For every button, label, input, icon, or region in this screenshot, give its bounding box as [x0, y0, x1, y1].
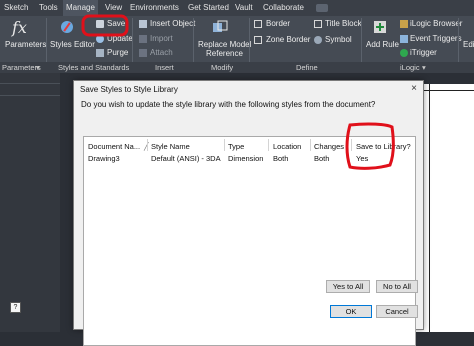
insert-object-icon[interactable] [139, 20, 147, 28]
ribbon-panel: fx Parameters Styles Editor Save Update … [0, 16, 474, 62]
save-styles-dialog: Save Styles to Style Library × Do you wi… [73, 80, 424, 346]
ok-button[interactable]: OK [330, 305, 372, 318]
video-icon[interactable] [316, 4, 328, 12]
event-triggers-icon[interactable] [400, 35, 408, 43]
tab-sketch[interactable]: Sketch [4, 3, 28, 12]
add-rule-button[interactable]: Add Rule [366, 40, 399, 49]
parameters-button[interactable]: Parameters [5, 40, 46, 49]
add-rule-icon[interactable] [373, 20, 387, 34]
ribbon-tab-bar: Sketch Tools Manage View Environments Ge… [0, 0, 474, 16]
itrigger-button[interactable]: iTrigger [410, 48, 437, 57]
tab-get-started[interactable]: Get Started [188, 3, 229, 12]
group-label-ilogic: iLogic [400, 63, 420, 72]
zone-border-button[interactable]: Zone Border [266, 35, 310, 44]
title-block-button[interactable]: Title Block [325, 19, 362, 28]
import-icon [139, 35, 147, 43]
help-icon[interactable]: ? [10, 302, 21, 313]
insert-object-button[interactable]: Insert Object [150, 19, 195, 28]
tab-tools[interactable]: Tools [39, 3, 58, 12]
model-browser-panel [0, 73, 60, 332]
ilogic-browser-button[interactable]: iLogic Browser [410, 19, 462, 28]
tab-environments[interactable]: Environments [130, 3, 179, 12]
tab-vault[interactable]: Vault [235, 3, 253, 12]
attach-icon [139, 49, 147, 57]
divider [0, 83, 60, 84]
column-divider[interactable] [224, 139, 225, 151]
group-label-define: Define [296, 63, 318, 72]
red-annotation-save-to-library [345, 122, 395, 170]
column-divider[interactable] [268, 139, 269, 151]
symbol-button[interactable]: Symbol [325, 35, 352, 44]
fx-icon[interactable]: fx [12, 18, 27, 37]
divider [0, 95, 60, 96]
styles-editor-icon[interactable] [60, 20, 74, 34]
column-divider[interactable] [310, 139, 311, 151]
import-button: Import [150, 34, 173, 43]
zone-border-icon[interactable] [254, 36, 262, 44]
column-header-location[interactable]: Location [273, 142, 301, 151]
chevron-down-icon[interactable]: ▾ [422, 62, 426, 73]
column-header-type[interactable]: Type [228, 142, 244, 151]
chevron-down-icon[interactable]: ▾ [36, 62, 40, 73]
sheet-border-line [429, 84, 430, 332]
styles-editor-button[interactable]: Styles Editor [50, 40, 95, 49]
border-icon[interactable] [254, 20, 262, 28]
column-header-document[interactable]: Document Na... [88, 142, 140, 151]
cell-location: Both [273, 154, 289, 163]
tab-view[interactable]: View [105, 3, 122, 12]
purge-button[interactable]: Purge [107, 48, 128, 57]
group-label-modify: Modify [211, 63, 234, 72]
yes-to-all-button[interactable]: Yes to All [326, 280, 370, 293]
cell-document: Drawing3 [88, 154, 120, 163]
purge-styles-icon[interactable] [96, 49, 104, 57]
column-header-changes[interactable]: Changes [314, 142, 344, 151]
close-icon[interactable]: × [411, 83, 417, 94]
cancel-button[interactable]: Cancel [376, 305, 418, 318]
group-label-parameters: Parameters [2, 63, 41, 72]
replace-model-label-line2[interactable]: Reference [206, 49, 243, 58]
title-block-icon[interactable] [314, 20, 322, 28]
replace-model-label-line1[interactable]: Replace Model [198, 40, 251, 49]
cell-changes: Both [314, 154, 330, 163]
cell-style-name: Default (ANSI) - 3DA [151, 154, 221, 163]
edit-button-partial[interactable]: Edi [463, 40, 474, 49]
column-header-style-name[interactable]: Style Name [151, 142, 190, 151]
group-label-styles: Styles and Standards [58, 63, 130, 72]
attach-button: Attach [150, 48, 173, 57]
event-triggers-button[interactable]: Event Triggers [410, 34, 462, 43]
ilogic-browser-icon[interactable] [400, 20, 408, 28]
ribbon-group-labels: Parameters ▾ Styles and Standards Insert… [0, 62, 474, 73]
tab-collaborate[interactable]: Collaborate [263, 3, 304, 12]
border-button[interactable]: Border [266, 19, 290, 28]
red-annotation-save [81, 14, 129, 37]
column-divider[interactable] [147, 139, 148, 151]
no-to-all-button[interactable]: No to All [376, 280, 418, 293]
itrigger-icon[interactable] [400, 49, 408, 57]
dialog-prompt: Do you wish to update the style library … [81, 100, 376, 109]
replace-model-reference-icon[interactable] [212, 20, 228, 34]
dialog-title: Save Styles to Style Library [80, 85, 178, 94]
symbol-icon[interactable] [314, 36, 322, 44]
group-label-insert: Insert [155, 63, 174, 72]
cell-type: Dimension [228, 154, 264, 163]
